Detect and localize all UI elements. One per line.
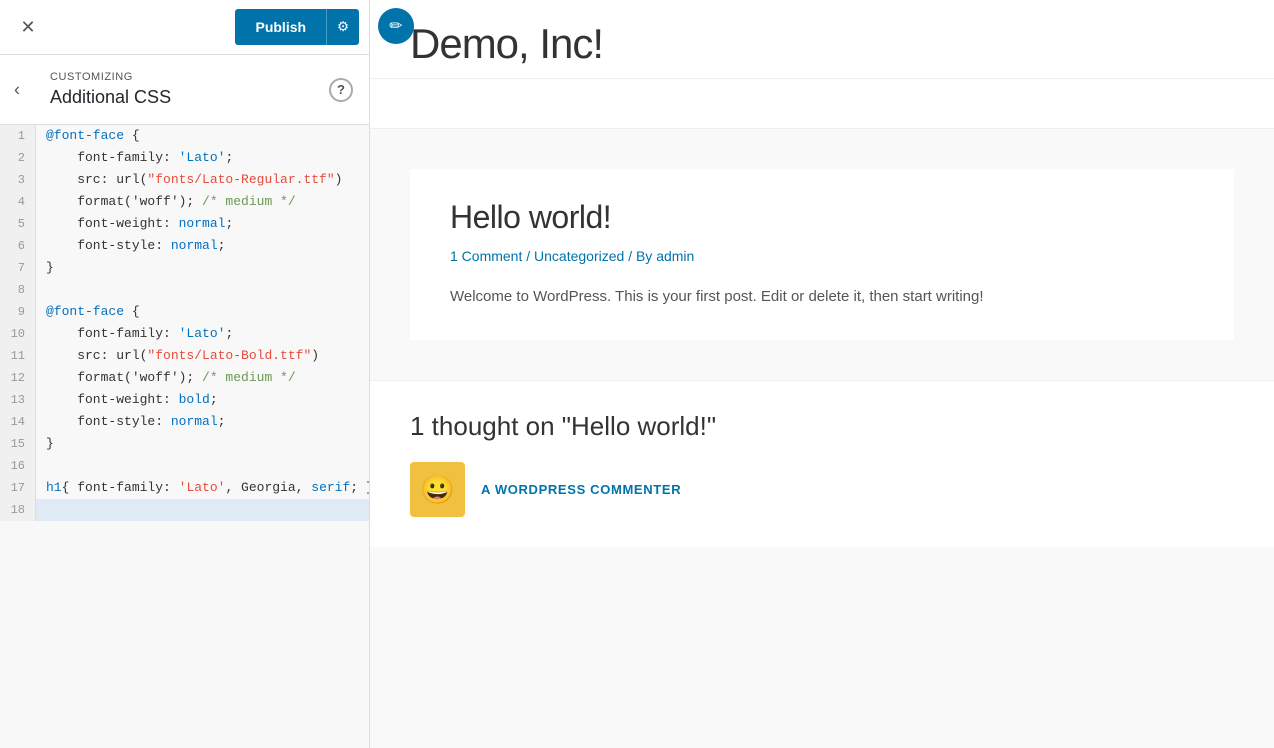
back-button[interactable]: ‹ [14,79,20,100]
line-content: src: url("fonts/Lato-Regular.ttf") [36,169,342,191]
pencil-icon: ✏ [389,16,402,36]
line-number: 10 [0,323,36,345]
code-editor[interactable]: 1@font-face {2 font-family: 'Lato';3 src… [0,125,369,748]
line-number: 9 [0,301,36,323]
sidebar: ✕ Publish ⚙ ‹ Customizing Additional CSS… [0,0,370,748]
commenter-row: 😀 A WORDPRESS COMMENTER [410,462,1234,517]
line-content: font-family: 'Lato'; [36,147,233,169]
line-content: h1{ font-family: 'Lato', Georgia, serif;… [36,477,369,499]
post-card: Hello world! 1 Comment / Uncategorized /… [410,169,1234,340]
line-number: 14 [0,411,36,433]
edit-pencil-button[interactable]: ✏ [378,8,414,44]
line-number: 17 [0,477,36,499]
post-meta: 1 Comment / Uncategorized / By admin [450,248,1194,264]
code-line: 5 font-weight: normal; [0,213,369,235]
code-line: 15} [0,433,369,455]
line-number: 2 [0,147,36,169]
line-content [36,455,54,477]
post-excerpt: Welcome to WordPress. This is your first… [450,284,1194,310]
line-content [36,279,54,301]
line-content: font-style: normal; [36,411,225,433]
post-title: Hello world! [450,199,1194,236]
gear-icon: ⚙ [337,19,349,35]
avatar: 😀 [410,462,465,517]
line-content: @font-face { [36,301,140,323]
code-line: 17h1{ font-family: 'Lato', Georgia, seri… [0,477,369,499]
line-content: } [36,433,54,455]
preview-pane: ✏ Demo, Inc! Hello world! 1 Comment / Un… [370,0,1274,748]
code-line: 11 src: url("fonts/Lato-Bold.ttf") [0,345,369,367]
line-content: src: url("fonts/Lato-Bold.ttf") [36,345,319,367]
publish-button[interactable]: Publish [235,9,326,45]
site-title: Demo, Inc! [410,20,1234,68]
code-line: 14 font-style: normal; [0,411,369,433]
toolbar: ✕ Publish ⚙ [0,0,369,55]
site-nav [370,79,1274,129]
commenter-name: A WORDPRESS COMMENTER [481,482,681,497]
line-number: 6 [0,235,36,257]
settings-button[interactable]: ⚙ [326,9,359,45]
code-line: 7} [0,257,369,279]
line-number: 7 [0,257,36,279]
line-content: font-weight: normal; [36,213,233,235]
line-number: 3 [0,169,36,191]
line-content: } [36,257,54,279]
line-number: 1 [0,125,36,147]
comments-section: 1 thought on "Hello world!" 😀 A WORDPRES… [370,381,1274,547]
help-button[interactable]: ? [329,78,353,102]
line-content: format('woff'); /* medium */ [36,191,296,213]
line-number: 5 [0,213,36,235]
code-line: 12 format('woff'); /* medium */ [0,367,369,389]
customizing-header: ‹ Customizing Additional CSS ? [0,55,369,125]
code-line: 1@font-face { [0,125,369,147]
line-number: 16 [0,455,36,477]
code-line: 8 [0,279,369,301]
content-area: Hello world! 1 Comment / Uncategorized /… [370,129,1274,380]
line-content: font-family: 'Lato'; [36,323,233,345]
code-line: 9@font-face { [0,301,369,323]
line-number: 8 [0,279,36,301]
publish-group: Publish ⚙ [235,9,359,45]
code-line: 13 font-weight: bold; [0,389,369,411]
code-line: 16 [0,455,369,477]
line-number: 18 [0,499,36,521]
line-content: format('woff'); /* medium */ [36,367,296,389]
code-line: 2 font-family: 'Lato'; [0,147,369,169]
line-number: 12 [0,367,36,389]
line-number: 11 [0,345,36,367]
line-number: 4 [0,191,36,213]
line-content: font-style: normal; [36,235,225,257]
code-line: 3 src: url("fonts/Lato-Regular.ttf") [0,169,369,191]
code-line: 4 format('woff'); /* medium */ [0,191,369,213]
code-line: 18 [0,499,369,521]
close-button[interactable]: ✕ [10,9,46,45]
site-header: Demo, Inc! [370,0,1274,79]
customizing-label: Customizing [50,71,349,83]
section-title: Additional CSS [50,87,349,108]
line-number: 13 [0,389,36,411]
line-content [36,499,54,521]
code-line: 6 font-style: normal; [0,235,369,257]
line-content: @font-face { [36,125,140,147]
line-content: font-weight: bold; [36,389,218,411]
line-number: 15 [0,433,36,455]
avatar-emoji: 😀 [420,473,455,506]
comments-title: 1 thought on "Hello world!" [410,411,1234,442]
code-line: 10 font-family: 'Lato'; [0,323,369,345]
